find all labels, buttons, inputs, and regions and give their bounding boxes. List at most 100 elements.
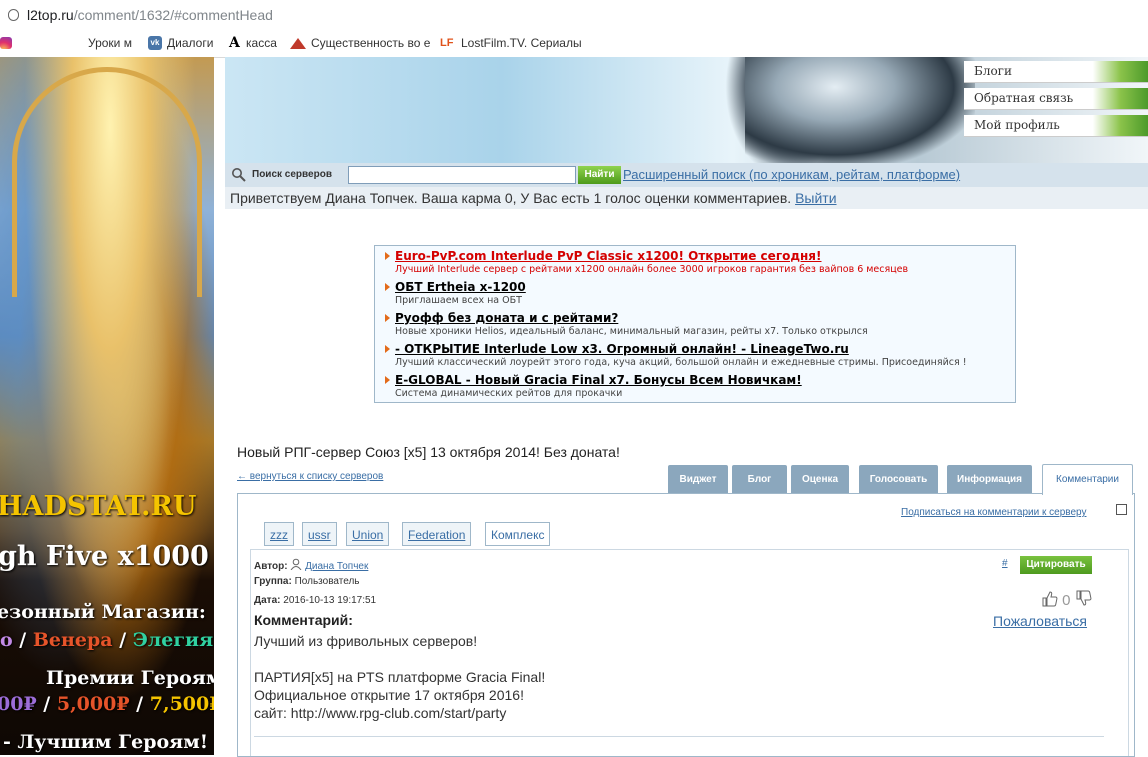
ad-title[interactable]: Euro-PvP.com Interlude PvP Classic x1200…	[395, 249, 908, 263]
comment-date-row: Дата: 2016-10-13 19:17:51	[254, 595, 376, 606]
ad-item[interactable]: ОБТ Ertheia x-1200 Приглашаем всех на ОБТ	[385, 280, 526, 306]
url-host: l2top.ru	[27, 7, 74, 23]
ad-line-best: - Лучшим Героям!	[3, 731, 209, 753]
bookmarks-bar: Уроки м vk Диалоги Aкасса Существенность …	[0, 31, 1148, 58]
tab-rating[interactable]: Оценка	[791, 465, 849, 493]
bookmark-label: Существенность во е	[311, 36, 431, 50]
ad-shop-elegia: Элегия	[132, 629, 214, 651]
arrow-icon	[385, 376, 390, 384]
greeting-text: Приветствуем Диана Топчек. Ваша карма 0,…	[230, 190, 837, 206]
bookmark-dialogs[interactable]: vk Диалоги	[148, 36, 213, 50]
ad-item[interactable]: E-GLOBAL - Новый Gracia Final x7. Бонусы…	[385, 373, 802, 399]
server-title: Новый РПГ-сервер Союз [x5] 13 октября 20…	[237, 444, 620, 460]
ad-line-server: gh Five x1000	[0, 541, 209, 572]
comment-divider	[254, 736, 1104, 737]
ad-shop-venera: Венера	[32, 629, 113, 651]
ad-site-name: HADSTAT.RU	[0, 491, 197, 522]
ad-title[interactable]: ОБТ Ertheia x-1200	[395, 280, 526, 294]
ad-arch-decoration	[12, 67, 202, 297]
comment-author-link[interactable]: Диана Топчек	[305, 561, 368, 572]
ad-item[interactable]: Euro-PvP.com Interlude PvP Classic x1200…	[385, 249, 909, 275]
ad-title[interactable]: E-GLOBAL - Новый Gracia Final x7. Бонусы…	[395, 373, 802, 387]
tag-federation[interactable]: Federation	[402, 522, 472, 546]
ad-description: Лучший Interlude сервер с рейтами x1200 …	[395, 264, 909, 275]
comment-line: ПАРТИЯ[x5] на PTS платформе Gracia Final…	[254, 669, 546, 685]
search-bar: Поиск серверов Найти Расширенный поиск (…	[225, 163, 1148, 188]
instagram-icon[interactable]	[0, 37, 12, 49]
comment-line: Лучший из фривольных серверов!	[254, 633, 478, 649]
comment-blank-line	[254, 650, 545, 668]
ad-line-shops: о / Венера / Элегия	[0, 629, 214, 651]
tag-complex[interactable]: Комплекс	[485, 522, 551, 546]
header-art-face	[745, 57, 975, 163]
search-button[interactable]: Найти	[578, 166, 621, 184]
mountain-icon	[290, 37, 306, 49]
tab-comments[interactable]: Комментарии	[1042, 464, 1133, 495]
bookmark-lostfilm[interactable]: LF LostFilm.TV. Сериалы	[440, 36, 582, 50]
tab-blog[interactable]: Блог	[732, 465, 787, 493]
vk-icon: vk	[148, 36, 162, 50]
comment-body: Лучший из фривольных серверов! ПАРТИЯ[x5…	[254, 632, 545, 722]
ad-description: Новые хроники Helios, идеальный баланс, …	[395, 326, 868, 337]
tag-ussr[interactable]: ussr	[302, 522, 337, 546]
karma-value: 0	[504, 190, 513, 206]
bookmark-kassa[interactable]: Aкасса	[229, 36, 277, 50]
comment-anchor-link[interactable]: #	[1002, 558, 1008, 569]
ad-line-amounts: 00₽ / 5,000₽ / 7,500₽	[0, 693, 214, 715]
ad-item[interactable]: - ОТКРЫТИЕ Interlude Low x3. Огромный он…	[385, 342, 967, 368]
ad-title[interactable]: Руофф без доната и с рейтами?	[395, 311, 868, 325]
search-icon	[232, 168, 246, 182]
comment-line: сайт: http://www.rpg-club.com/start/part…	[254, 705, 507, 721]
group-label: Группа:	[254, 576, 292, 587]
url-text[interactable]: l2top.ru/comment/1632/#commentHead	[27, 7, 273, 23]
tab-vote[interactable]: Голосовать	[859, 465, 938, 493]
site-header: Блоги Обратная связь Мой профиль	[225, 57, 1148, 163]
ad-description: Приглашаем всех на ОБТ	[395, 295, 522, 306]
quote-button[interactable]: Цитировать	[1020, 556, 1092, 574]
info-icon[interactable]	[8, 9, 19, 21]
bookmark-label: Уроки м	[88, 36, 132, 50]
ad-amount-2: 5,000₽	[56, 693, 130, 715]
subscribe-checkbox[interactable]	[1116, 504, 1127, 515]
ad-description: Лучший классический лоурейт этого года, …	[395, 357, 967, 368]
advanced-search-link[interactable]: Расширенный поиск (по хроникам, рейтам, …	[623, 167, 960, 182]
left-ad-banner[interactable]: HADSTAT.RU gh Five x1000 езонный Магазин…	[0, 57, 214, 755]
thumbs-down-icon[interactable]	[1075, 590, 1092, 607]
arrow-icon	[385, 345, 390, 353]
menu-profile[interactable]: Мой профиль	[964, 115, 1148, 137]
address-bar[interactable]: l2top.ru/comment/1632/#commentHead	[0, 0, 1148, 32]
ad-title[interactable]: - ОТКРЫТИЕ Interlude Low x3. Огромный он…	[395, 342, 967, 356]
menu-blogs[interactable]: Блоги	[964, 61, 1148, 83]
bookmark-uroki[interactable]: Уроки м	[88, 36, 132, 50]
comment-line: Официальное открытие 17 октября 2016!	[254, 687, 524, 703]
bookmark-label: LostFilm.TV. Сериалы	[461, 36, 582, 50]
arrow-icon	[385, 283, 390, 291]
ad-item[interactable]: Руофф без доната и с рейтами? Новые хрони…	[385, 311, 868, 337]
menu-profile-label: Мой профиль	[974, 118, 1060, 132]
ad-shop-1: о	[0, 629, 13, 651]
comment-author-row: Автор: Диана Топчек	[254, 558, 368, 572]
back-to-list-link[interactable]: ← вернуться к списку серверов	[237, 471, 383, 482]
ad-line-shop: езонный Магазин:	[0, 601, 206, 623]
greeting-suffix: , У Вас есть 1 голос оценки комментариев…	[512, 190, 796, 206]
tab-info[interactable]: Информация	[947, 465, 1032, 493]
comment-date: 2016-10-13 19:17:51	[283, 595, 377, 606]
subscribe-comments-link[interactable]: Подписаться на комментарии к серверу	[901, 507, 1086, 518]
bookmark-label: Диалоги	[167, 36, 214, 50]
search-input[interactable]	[348, 166, 576, 184]
tab-widget[interactable]: Виджет	[668, 465, 728, 493]
greeting-prefix: Приветствуем Диана Топчек. Ваша карма	[230, 190, 505, 206]
complain-link[interactable]: Пожаловаться	[993, 613, 1087, 629]
vote-count: 0	[1062, 592, 1071, 609]
tag-union[interactable]: Union	[346, 522, 390, 546]
greeting-bar: Приветствуем Диана Топчек. Ваша карма 0,…	[225, 187, 1148, 209]
tag-zzz[interactable]: zzz	[264, 522, 294, 546]
comment-group-row: Группа: Пользователь	[254, 576, 360, 587]
comment-votes: 0	[1041, 590, 1092, 609]
a-letter-icon: A	[229, 35, 240, 51]
logout-link[interactable]: Выйти	[795, 190, 836, 206]
menu-feedback[interactable]: Обратная связь	[964, 88, 1148, 110]
thumbs-up-icon[interactable]	[1041, 590, 1058, 607]
ad-amount-3: 7,500₽	[149, 693, 214, 715]
bookmark-sushchestvennost[interactable]: Существенность во е	[290, 36, 430, 50]
